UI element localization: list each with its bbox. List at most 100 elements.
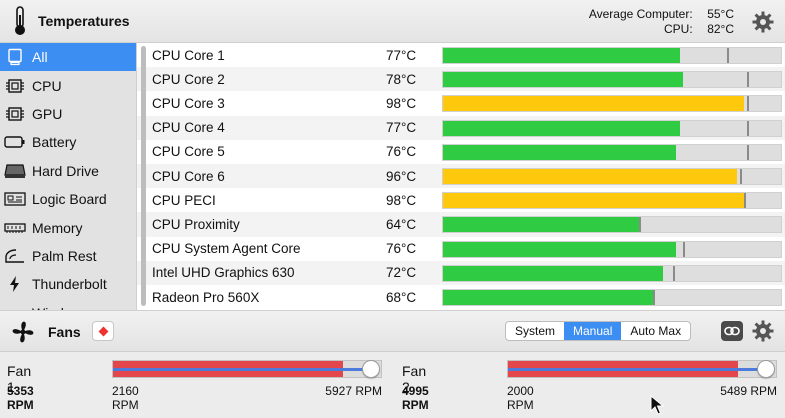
- sensor-temp: 98°C: [386, 192, 417, 208]
- temperature-bar-fill: [443, 193, 744, 209]
- temperature-summary: Average Computer: 55°C CPU: 82°C: [589, 7, 734, 37]
- temperature-bar-fill: [443, 48, 680, 63]
- sensor-temp: 77°C: [386, 120, 417, 136]
- fan-max-rpm: 5489 RPM: [720, 384, 777, 398]
- temperature-bar-fill: [443, 96, 744, 112]
- temperature-bar: [442, 119, 782, 137]
- sidebar-item-memory[interactable]: Memory: [0, 213, 136, 241]
- sensor-name: Radeon Pro 560X: [152, 289, 260, 305]
- fan-speed-slider[interactable]: [112, 360, 382, 378]
- chip-icon: [4, 105, 26, 123]
- temperature-bar-fill: [443, 265, 663, 281]
- computer-icon: [4, 48, 26, 66]
- fan-min-rpm: 2000 RPM: [507, 384, 534, 412]
- sidebar-item-label: Hard Drive: [32, 162, 99, 179]
- logic-board-icon: [4, 190, 26, 208]
- sensor-temp: 76°C: [386, 241, 417, 257]
- max-temperature-marker: [672, 265, 675, 281]
- sidebar-item-thunderbolt[interactable]: Thunderbolt: [0, 270, 136, 298]
- slider-knob[interactable]: [362, 360, 380, 378]
- sensor-name: Intel UHD Graphics 630: [152, 265, 295, 281]
- fan-min-rpm: 2160 RPM: [112, 384, 139, 412]
- mouse-cursor-icon: [650, 395, 664, 415]
- sensor-table: CPU Core 1 77°C CPU Core 2 78°C CPU Core 3 98…: [137, 43, 785, 310]
- sensor-temp: 72°C: [386, 265, 417, 281]
- sidebar-item-label: Battery: [32, 134, 77, 151]
- temperature-bar-fill: [443, 169, 738, 184]
- sidebar-item-label: Memory: [32, 219, 83, 236]
- temperature-bar-fill: [443, 217, 640, 233]
- table-row[interactable]: CPU Core 5 76°C: [137, 140, 785, 164]
- sidebar-item-all[interactable]: All: [0, 43, 136, 72]
- sidebar-item-palm-rest[interactable]: Palm Rest: [0, 242, 136, 270]
- battery-icon: [4, 133, 26, 151]
- record-button[interactable]: [92, 321, 114, 341]
- fan-mode-selector[interactable]: System Manual Auto Max: [505, 321, 692, 341]
- fan-settings-gear-icon[interactable]: [752, 320, 774, 342]
- sensor-temp: 77°C: [386, 47, 417, 63]
- temperature-bar-fill: [443, 144, 677, 160]
- sensor-temp: 78°C: [386, 71, 417, 87]
- mode-system[interactable]: System: [506, 322, 564, 340]
- max-temperature-marker: [747, 144, 750, 160]
- temperature-bar: [442, 216, 782, 234]
- summary-cpu-value: 82°C: [707, 22, 734, 36]
- sidebar-item-label: Palm Rest: [32, 247, 97, 264]
- table-row[interactable]: CPU Core 2 78°C: [137, 67, 785, 92]
- table-row[interactable]: CPU Proximity 64°C: [137, 212, 785, 237]
- fans-title: Fans: [48, 324, 81, 340]
- sensor-temp: 96°C: [386, 168, 417, 184]
- mode-auto-max[interactable]: Auto Max: [621, 322, 690, 340]
- temperature-app: Temperatures Average Computer: 55°C CPU:…: [0, 0, 785, 418]
- summary-cpu: CPU: 82°C: [589, 22, 734, 37]
- table-row[interactable]: CPU System Agent Core 76°C: [137, 237, 785, 261]
- table-row[interactable]: CPU Core 4 77°C: [137, 115, 785, 140]
- sensor-name: CPU Core 4: [152, 120, 225, 136]
- table-row[interactable]: CPU PECI 98°C: [137, 188, 785, 212]
- temperatures-header: Temperatures Average Computer: 55°C CPU:…: [0, 0, 785, 43]
- max-temperature-marker: [747, 120, 750, 136]
- sidebar-item-label: GPU: [32, 105, 63, 122]
- sidebar-item-hard-drive[interactable]: Hard Drive: [0, 157, 136, 185]
- sensor-temp: 68°C: [386, 289, 417, 305]
- max-temperature-marker: [652, 290, 655, 305]
- table-row[interactable]: CPU Core 3 98°C: [137, 91, 785, 115]
- table-row[interactable]: CPU Core 6 96°C: [137, 164, 785, 189]
- summary-average-label: Average Computer:: [588, 7, 693, 21]
- max-temperature-marker: [740, 169, 743, 184]
- fan-rpm: 4995 RPM: [402, 384, 429, 412]
- table-row[interactable]: Radeon Pro 560X 68°C: [137, 285, 785, 309]
- link-fans-button[interactable]: [721, 321, 743, 341]
- slider-knob[interactable]: [757, 360, 775, 378]
- sensor-temp: 76°C: [386, 144, 417, 160]
- sensor-name: CPU Core 5: [152, 144, 225, 160]
- sidebar-item-label: Thunderbolt: [32, 276, 107, 293]
- sidebar-item-label: All: [32, 49, 48, 66]
- fan-icon: [12, 321, 34, 343]
- diamond-icon: [98, 326, 108, 336]
- sensor-name: CPU Proximity: [152, 216, 240, 232]
- sensor-name: CPU PECI: [152, 192, 216, 208]
- sensor-temp: 98°C: [386, 95, 417, 111]
- max-temperature-marker: [747, 72, 750, 88]
- sidebar-item-battery[interactable]: Battery: [0, 128, 136, 156]
- fan-speed-slider[interactable]: [507, 360, 777, 378]
- table-scrollbar[interactable]: [141, 46, 146, 306]
- sidebar-item-wireless[interactable]: Wireless: [0, 299, 136, 310]
- link-icon: [724, 326, 740, 336]
- table-row[interactable]: Intel UHD Graphics 630 72°C: [137, 260, 785, 285]
- sidebar-item-label: CPU: [32, 77, 62, 94]
- sidebar-item-logic-board[interactable]: Logic Board: [0, 185, 136, 213]
- temperature-bar-fill: [443, 290, 653, 305]
- temperature-bar: [442, 95, 782, 113]
- thermometer-icon: [15, 6, 25, 35]
- mode-manual[interactable]: Manual: [564, 322, 622, 340]
- gear-icon[interactable]: [752, 11, 774, 33]
- sidebar-item-gpu[interactable]: GPU: [0, 100, 136, 128]
- max-temperature-marker: [747, 96, 750, 112]
- sensor-name: CPU Core 3: [152, 95, 225, 111]
- sidebar-item-label: Logic Board: [32, 191, 107, 208]
- summary-average-value: 55°C: [707, 7, 734, 21]
- table-row[interactable]: CPU Core 1 77°C: [137, 43, 785, 67]
- sidebar-item-cpu[interactable]: CPU: [0, 71, 136, 99]
